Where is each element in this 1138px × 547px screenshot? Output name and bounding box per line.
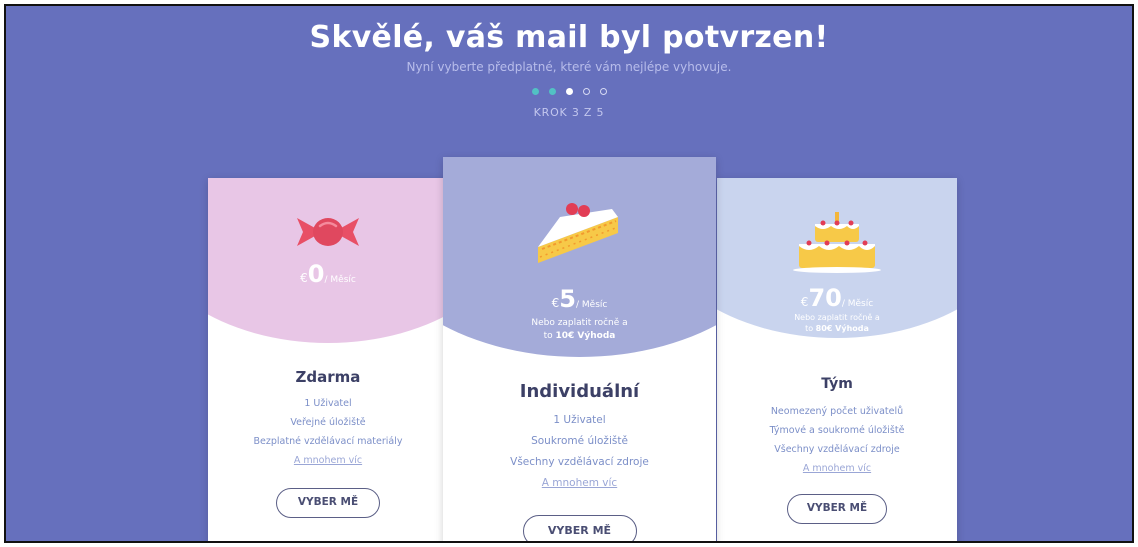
feature-list-individual: 1 Uživatel Soukromé úložiště Všechny vzd… <box>443 410 716 494</box>
feature-list-free: 1 Uživatel Veřejné úložiště Bezplatné vz… <box>208 394 448 470</box>
step-dot-2 <box>548 88 556 95</box>
feature-list-team: Neomezený počet uživatelů Týmové a soukr… <box>717 402 957 478</box>
cake-slice-icon <box>537 203 618 263</box>
page-title: Skvělé, váš mail byl potvrzen! <box>309 20 829 55</box>
plan-name-team: Tým <box>821 376 853 392</box>
plan-name-free: Zdarma <box>295 368 361 386</box>
select-individual-button[interactable]: VYBER MĚ <box>522 515 637 541</box>
more-link-free[interactable]: A mnohem víc <box>208 451 448 470</box>
feature-item: Všechny vzdělávací zdroje <box>774 444 900 455</box>
page-subtitle: Nyní vyberte předplatné, které vám nejlé… <box>406 60 732 74</box>
step-dot-5 <box>599 88 607 95</box>
step-dot-3 <box>565 88 573 95</box>
feature-item: 1 Uživatel <box>304 398 352 409</box>
feature-item: 1 Uživatel <box>553 414 606 426</box>
more-link-individual[interactable]: A mnohem víc <box>443 473 716 494</box>
feature-item: Veřejné úložiště <box>290 417 366 428</box>
plan-card-individual: €5/ Měsíc Nebo zaplatit ročně a to 10€ V… <box>443 157 716 541</box>
more-link-team[interactable]: A mnohem víc <box>717 459 957 478</box>
feature-item: Všechny vzdělávací zdroje <box>510 456 649 468</box>
price-team: €70/ Měsíc <box>800 284 874 312</box>
feature-item: Týmové a soukromé úložiště <box>769 425 905 436</box>
step-indicator <box>6 88 1132 95</box>
feature-item: Bezplatné vzdělávací materiály <box>253 436 403 447</box>
feature-item: Neomezený počet uživatelů <box>770 406 904 417</box>
step-dot-1 <box>531 88 539 95</box>
price-individual: €5/ Měsíc <box>551 285 608 313</box>
step-dot-4 <box>582 88 590 95</box>
plan-card-free: €0/ Měsíc Zdarma 1 Uživatel Veřejné úlož… <box>208 178 448 541</box>
plan-card-team: €70/ Měsíc Nebo zaplatit ročně a to 80€ … <box>717 178 957 541</box>
price-free: €0/ Měsíc <box>300 260 356 288</box>
page-frame: Skvělé, váš mail byl potvrzen! Nyní vybe… <box>4 4 1134 543</box>
yearly-note-individual: Nebo zaplatit ročně a to 10€ Výhoda <box>531 318 628 341</box>
select-team-button[interactable]: VYBER MĚ <box>787 494 887 524</box>
birthday-cake-icon <box>793 212 881 273</box>
yearly-note-team: Nebo zaplatit ročně a to 80€ Výhoda <box>794 313 880 333</box>
feature-item: Soukromé úložiště <box>531 435 628 447</box>
select-free-button[interactable]: VYBER MĚ <box>276 488 380 518</box>
plan-name-individual: Individuální <box>519 381 640 402</box>
step-label: KROK 3 Z 5 <box>533 106 605 119</box>
candy-icon <box>297 218 359 246</box>
